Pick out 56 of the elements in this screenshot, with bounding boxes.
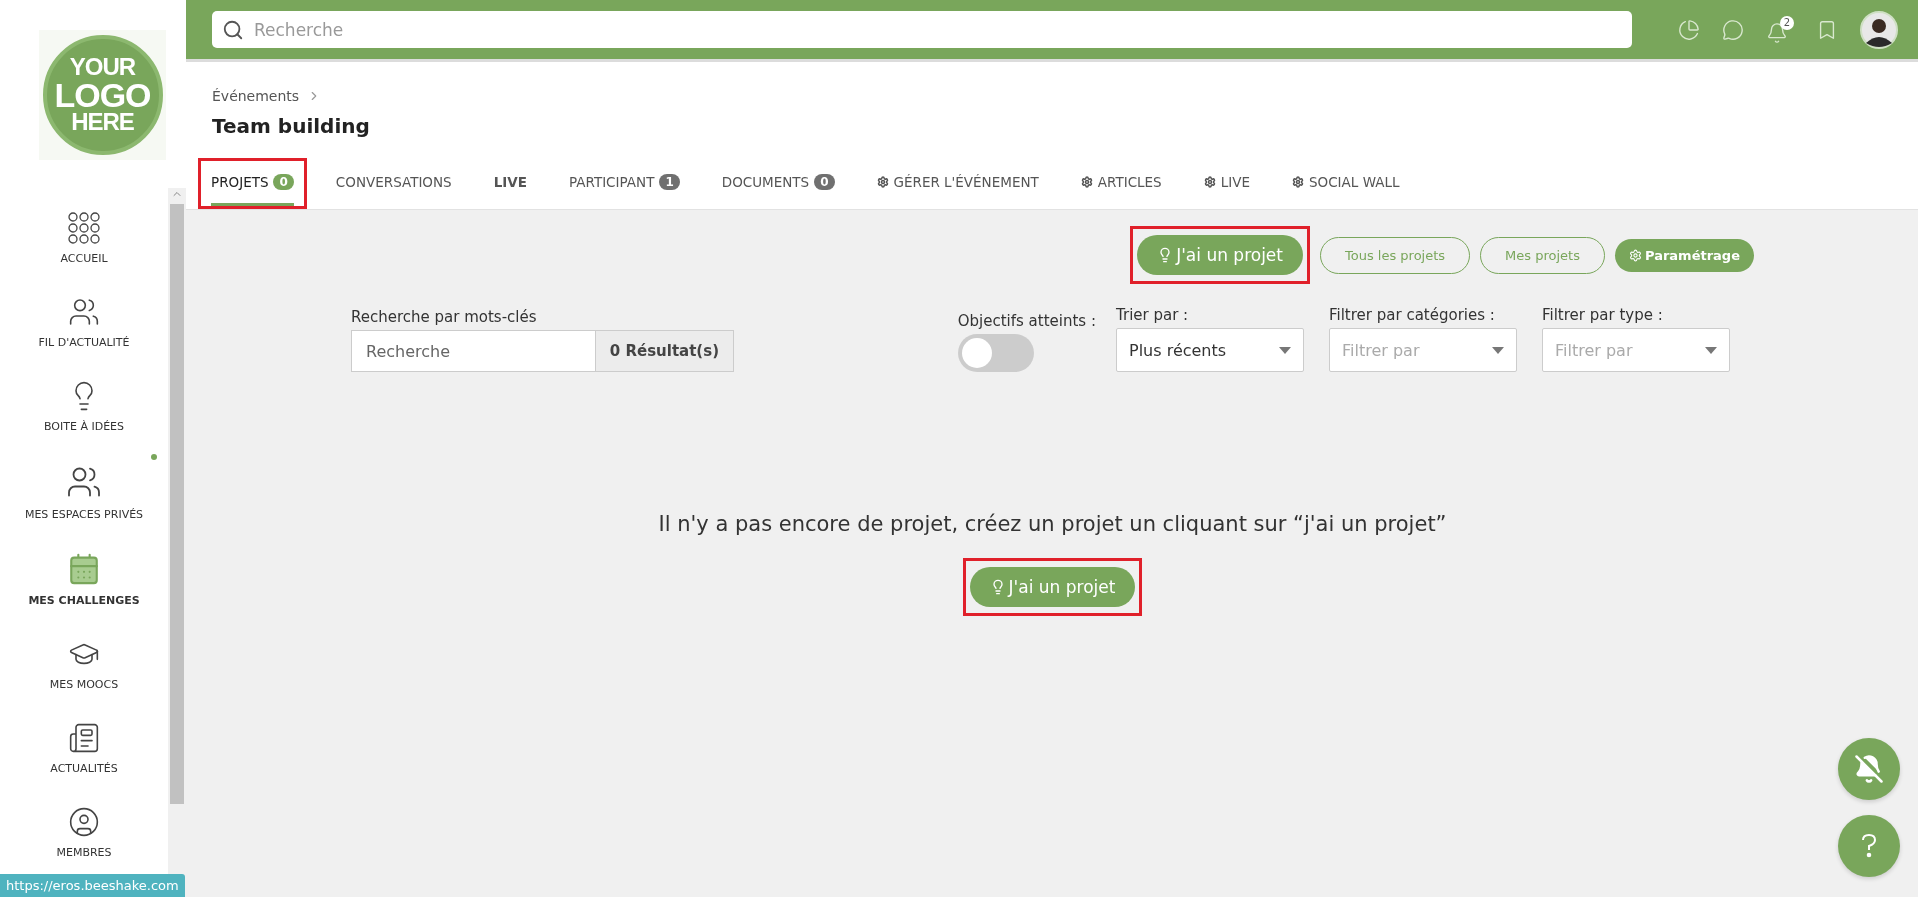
chat-icon[interactable] — [1722, 18, 1744, 41]
calendar-icon — [67, 552, 101, 586]
gear-icon — [1080, 176, 1093, 188]
tab[interactable]: DOCUMENTS 0 — [721, 161, 835, 206]
count-badge: 0 — [814, 174, 835, 190]
field-label: Filtrer par catégories : — [1329, 306, 1496, 324]
caret-icon — [1492, 346, 1504, 354]
tab[interactable]: SOCIAL WALL — [1292, 161, 1400, 206]
breadcrumb-link[interactable]: Événements — [212, 88, 300, 104]
count-badge: 1 — [659, 174, 680, 190]
gear-icon — [1292, 176, 1304, 188]
field-label: Recherche par mots-clés — [351, 308, 538, 326]
document-icon — [68, 722, 100, 754]
settings-icon — [1628, 248, 1642, 262]
gear-icon — [1203, 176, 1216, 188]
status-url: https://eros.beeshake.com — [0, 874, 185, 897]
caret-icon — [1705, 346, 1717, 354]
person-icon — [68, 806, 100, 838]
sidebar-item[interactable]: ACTUALITÉS — [50, 762, 118, 775]
search-icon — [222, 18, 244, 41]
sidebar-item[interactable]: MES ESPACES PRIVÉS — [24, 508, 144, 521]
pie-chart-icon[interactable] — [1678, 18, 1700, 41]
tab[interactable]: ARTICLES — [1080, 161, 1162, 206]
keyword-search-box[interactable]: Recherche 0 Résultat(s) — [351, 330, 734, 372]
sidebar-item[interactable]: MES MOOCS — [49, 678, 119, 691]
page-title: Team building — [212, 114, 371, 138]
select-field[interactable]: Plus récents — [1116, 328, 1304, 372]
toggle-switch[interactable] — [957, 334, 1034, 372]
sidebar-item[interactable]: FIL D'ACTUALITÉ — [38, 336, 130, 349]
gear-icon — [876, 176, 889, 188]
sidebar-item[interactable]: BOITE À IDÉES — [43, 420, 124, 433]
bell-off-icon — [1854, 754, 1884, 784]
tab[interactable]: CONVERSATIONS — [335, 161, 452, 206]
caret-icon — [1279, 346, 1291, 354]
search-bar[interactable]: Recherche — [212, 11, 1632, 48]
tab[interactable]: LIVE — [493, 161, 527, 206]
logo: YOUR LOGO HERE — [42, 35, 163, 155]
mute-button[interactable] — [1838, 738, 1900, 800]
tab[interactable]: PARTICIPANT 1 — [568, 161, 680, 206]
count-badge: 0 — [273, 174, 294, 190]
people-icon — [68, 296, 100, 328]
result-count: 0 Résultat(s) — [594, 331, 733, 371]
tab[interactable]: GÉRER L'ÉVÉNEMENT — [876, 161, 1039, 206]
sidebar-item[interactable]: MEMBRES — [56, 846, 112, 859]
tab[interactable]: LIVE — [1203, 161, 1250, 206]
avatar[interactable] — [1860, 10, 1898, 49]
grid-icon — [68, 212, 100, 244]
field-label: Trier par : — [1116, 306, 1190, 324]
field-label: Filtrer par type : — [1542, 306, 1664, 324]
field-label: Objectifs atteints : — [957, 312, 1096, 330]
question-mark-icon — [1859, 833, 1879, 859]
help-button[interactable] — [1838, 815, 1900, 877]
sidebar-item[interactable]: ACCUEIL — [60, 252, 108, 265]
empty-message: Il n'y a pas encore de projet, créez un projet un cliquant sur “j'ai un projet” — [658, 512, 1447, 536]
sidebar-item[interactable]: MES CHALLENGES — [28, 594, 140, 607]
tab[interactable]: PROJETS 0 — [211, 161, 294, 206]
